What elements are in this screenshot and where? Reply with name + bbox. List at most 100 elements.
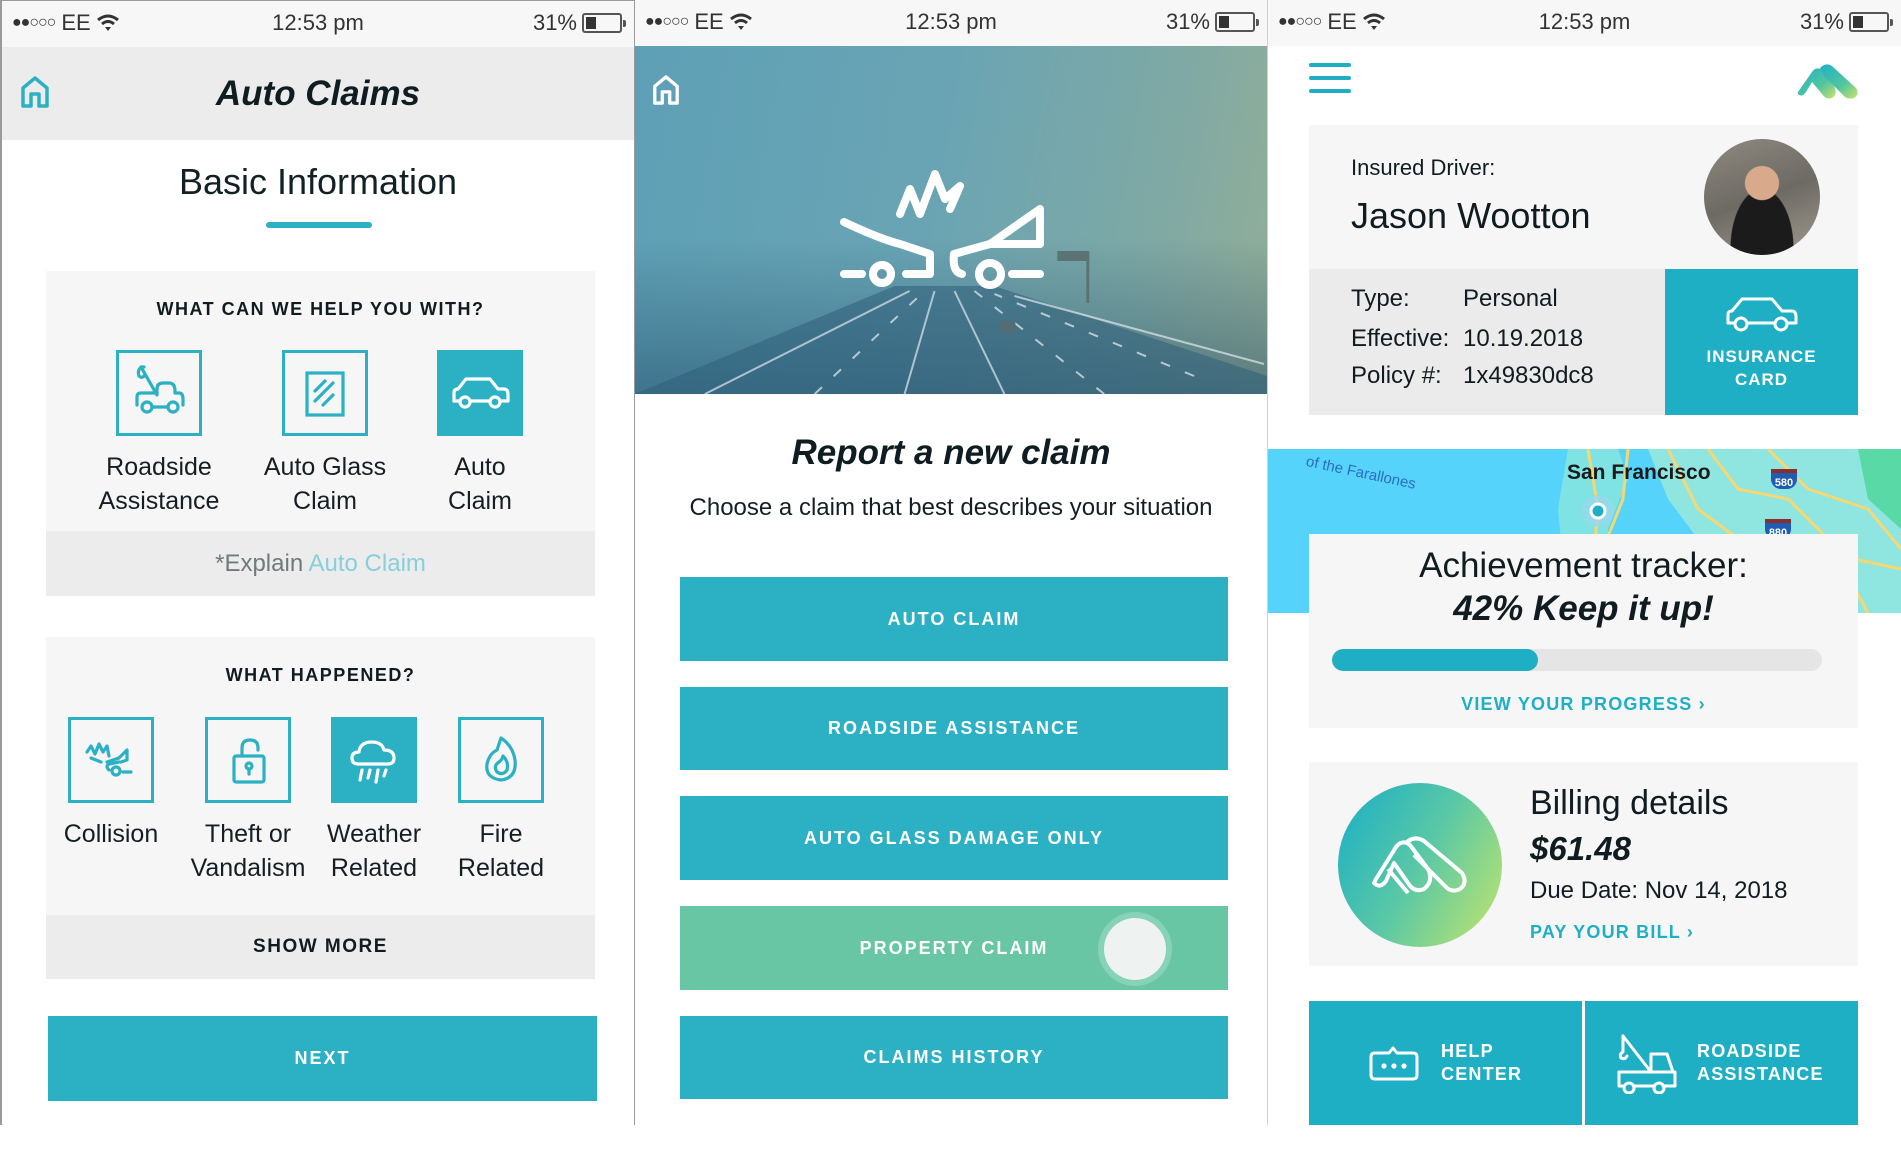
title-underline: [266, 222, 372, 228]
achievement-status: 42% Keep it up!: [1453, 589, 1714, 628]
billing-title: Billing details: [1530, 784, 1729, 822]
interstate-shield: 580: [1771, 469, 1797, 489]
next-button[interactable]: NEXT: [48, 1016, 597, 1101]
flame-icon: [485, 736, 517, 782]
auto-claim-button[interactable]: AUTO CLAIM: [680, 577, 1228, 661]
driver-name: Jason Wootton: [1351, 195, 1591, 236]
map-label-san-francisco: San Francisco: [1567, 461, 1711, 484]
battery-percent: 31%: [532, 10, 577, 35]
explain-text: *Explain Auto Claim: [215, 550, 426, 578]
insured-driver-card: Insured Driver: Jason Wootton Type: Pers…: [1309, 125, 1858, 415]
option-box: [205, 717, 291, 803]
option-box: [282, 350, 368, 436]
explain-label: Explain: [224, 549, 309, 577]
brand-logo-icon: [1798, 64, 1858, 99]
progress-fill: [1332, 649, 1538, 671]
auto-claims-screen: ●●○○○ EE 12:53 pm 31% Auto Claims Basic …: [0, 0, 635, 1125]
report-claim-title: Report a new claim: [791, 433, 1111, 472]
roadside-assistance-tile[interactable]: ROADSIDE ASSISTANCE: [1585, 1001, 1858, 1125]
chat-bubble-icon: [1369, 1046, 1419, 1081]
billing-amount: $61.48: [1530, 830, 1631, 867]
help-options-card: WHAT CAN WE HELP YOU WITH? Roadside Assi…: [46, 271, 595, 596]
menu-icon[interactable]: [1309, 63, 1351, 95]
status-bar: ●●○○○ EE 12:53 pm 31%: [2, 1, 634, 47]
achievement-tracker-card: Achievement tracker: 42% Keep it up! VIE…: [1309, 534, 1858, 728]
option-label: Fire Related: [457, 820, 545, 882]
battery-percent: 31%: [1799, 9, 1844, 34]
policy-value: 10.19.2018: [1463, 325, 1584, 352]
help-center-label: HELP CENTER: [1441, 1041, 1523, 1084]
report-claim-screen: ●●○○○ EE 12:53 pm 31% Report a new claim…: [635, 0, 1268, 1125]
show-more-label: SHOW MORE: [253, 936, 388, 957]
help-heading: WHAT CAN WE HELP YOU WITH?: [156, 299, 485, 319]
tow-truck-icon: [1617, 1034, 1677, 1094]
app-header: Auto Claims: [2, 47, 634, 140]
hero-image-foggy-highway: [635, 46, 1267, 394]
car-icon: [452, 377, 510, 409]
roadside-assistance-button[interactable]: ROADSIDE ASSISTANCE: [680, 687, 1228, 770]
option-auto-glass-claim[interactable]: Auto Glass Claim: [260, 350, 390, 518]
help-center-button[interactable]: HELP CENTER: [1309, 1001, 1582, 1125]
option-label: Collision: [63, 820, 159, 848]
status-bar: ●●○○○ EE 12:53 pm 31%: [1268, 0, 1901, 46]
billing-due-date: Due Date: Nov 14, 2018: [1530, 877, 1788, 904]
show-more-button[interactable]: SHOW MORE: [46, 915, 595, 979]
battery-percent: 31%: [1165, 9, 1210, 34]
status-bar: ●●○○○ EE 12:53 pm 31%: [635, 0, 1267, 46]
option-weather-related[interactable]: Weather Related: [314, 717, 434, 885]
battery-status: 31%: [1799, 9, 1893, 35]
property-claim-label: PROPERTY CLAIM: [859, 937, 1049, 958]
touch-ripple: [1104, 918, 1166, 980]
option-fire-related[interactable]: Fire Related: [441, 717, 561, 885]
option-roadside-assistance[interactable]: Roadside Assistance: [94, 350, 224, 518]
rain-cloud-icon: [350, 740, 396, 784]
billing-card: Billing details $61.48 Due Date: Nov 14,…: [1309, 762, 1858, 966]
menu-line: [1309, 76, 1351, 80]
option-box: [68, 717, 154, 803]
policy-key: Effective:: [1351, 325, 1450, 352]
unlocked-padlock-icon: [232, 738, 266, 784]
achievement-title: Achievement tracker:: [1419, 546, 1748, 585]
option-box: [116, 350, 202, 436]
policy-details: Type: Personal Effective: 10.19.2018 Pol…: [1309, 269, 1665, 415]
option-box-selected: [437, 350, 523, 436]
achievement-progress-bar: [1332, 649, 1822, 671]
explain-row[interactable]: *Explain Auto Claim: [46, 531, 595, 596]
billing-logo-badge: [1338, 783, 1502, 947]
policy-row-number: Policy #: 1x49830dc8: [1351, 362, 1594, 390]
insurance-card-label: INSURANCE CARD: [1706, 347, 1817, 389]
battery-status: 31%: [1165, 9, 1259, 35]
view-progress-link[interactable]: VIEW YOUR PROGRESS ›: [1309, 694, 1858, 715]
menu-line: [1309, 89, 1351, 93]
option-collision[interactable]: Collision: [56, 717, 166, 851]
option-label: Weather Related: [326, 820, 422, 882]
option-label: Auto Glass Claim: [263, 453, 387, 515]
home-icon[interactable]: [652, 74, 680, 106]
battery-status: 31%: [532, 10, 626, 36]
option-auto-claim[interactable]: Auto Claim: [415, 350, 545, 518]
battery-icon: [1849, 12, 1893, 32]
car-icon: [1726, 297, 1797, 332]
auto-glass-damage-button[interactable]: AUTO GLASS DAMAGE ONLY: [680, 796, 1228, 880]
what-happened-card: WHAT HAPPENED? Collision Theft or Vandal…: [46, 637, 595, 979]
policy-value: Personal: [1463, 285, 1558, 312]
policy-key: Type:: [1351, 285, 1410, 312]
policy-row-type: Type: Personal: [1351, 285, 1558, 313]
menu-line: [1309, 63, 1351, 67]
brand-logo-outline-icon: [1372, 836, 1467, 895]
report-claim-subtitle: Choose a claim that best describes your …: [689, 494, 1213, 521]
option-box-selected: [331, 717, 417, 803]
claims-history-button[interactable]: CLAIMS HISTORY: [680, 1016, 1228, 1099]
car-crash-icon: [840, 170, 1044, 289]
option-theft-vandalism[interactable]: Theft or Vandalism: [183, 717, 313, 885]
dashboard-screen: ●●○○○ EE 12:53 pm 31% Insured Driver: Ja…: [1268, 0, 1901, 1125]
insured-driver-label: Insured Driver:: [1351, 155, 1496, 180]
battery-icon: [1215, 12, 1259, 32]
roadside-assistance-label: ROADSIDE ASSISTANCE: [1697, 1041, 1824, 1084]
pay-bill-link[interactable]: PAY YOUR BILL ›: [1530, 922, 1694, 943]
what-happened-heading: WHAT HAPPENED?: [225, 665, 416, 685]
glass-pane-icon: [305, 371, 345, 417]
property-claim-button[interactable]: PROPERTY CLAIM: [680, 906, 1228, 990]
insurance-card-button[interactable]: INSURANCE CARD: [1665, 269, 1858, 415]
tow-truck-icon: [135, 365, 185, 414]
